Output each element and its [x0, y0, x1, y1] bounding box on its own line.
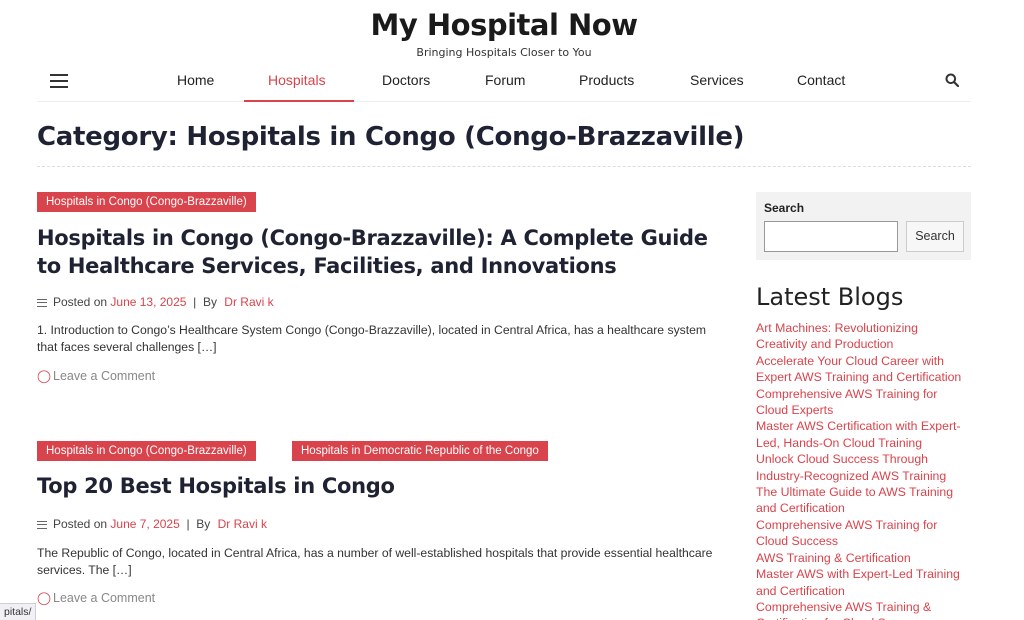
nav-hospitals[interactable]: Hospitals — [268, 72, 326, 88]
latest-blogs-heading: Latest Blogs — [756, 283, 904, 311]
active-nav-underline — [244, 100, 354, 102]
category-badge[interactable]: Hospitals in Congo (Congo-Brazzaville) — [37, 192, 256, 212]
title-divider — [37, 166, 971, 167]
author-link[interactable]: Dr Ravi k — [224, 295, 273, 309]
comment-icon: ◯ — [37, 369, 51, 383]
leave-comment-label: Leave a Comment — [53, 369, 156, 383]
leave-comment-link[interactable]: ◯ Leave a Comment — [37, 368, 155, 383]
by-label: By — [202, 295, 217, 309]
posted-on-label: Posted on — [53, 517, 108, 531]
latest-blog-link[interactable]: Comprehensive AWS Training for Cloud Exp… — [756, 386, 971, 419]
nav-services[interactable]: Services — [690, 72, 744, 88]
search-widget-label: Search — [764, 201, 805, 215]
meta-separator: | — [189, 295, 203, 309]
latest-blog-link[interactable]: Master AWS Certification with Expert-Led… — [756, 418, 971, 451]
comment-icon: ◯ — [37, 591, 51, 605]
site-tagline: Bringing Hospitals Closer to You — [416, 46, 592, 59]
nav-forum[interactable]: Forum — [485, 72, 525, 88]
main-nav: Home Hospitals Doctors Forum Products Se… — [37, 62, 971, 102]
author-link[interactable]: Dr Ravi k — [218, 517, 267, 531]
category-badge[interactable]: Hospitals in Democratic Republic of the … — [292, 441, 548, 461]
post-date-link[interactable]: June 7, 2025 — [110, 517, 179, 531]
leave-comment-label: Leave a Comment — [53, 591, 156, 605]
nav-contact[interactable]: Contact — [797, 72, 845, 88]
search-widget: Search Search — [756, 192, 971, 260]
latest-blog-link[interactable]: The Ultimate Guide to AWS Training and C… — [756, 484, 971, 517]
latest-blog-link[interactable]: Accelerate Your Cloud Career with Expert… — [756, 353, 971, 386]
latest-blog-link[interactable]: AWS Training & Certification — [756, 550, 971, 566]
latest-blog-link[interactable]: Art Machines: Revolutionizing Creativity… — [756, 320, 971, 353]
post-excerpt: 1. Introduction to Congo’s Healthcare Sy… — [37, 323, 707, 354]
post-date-link[interactable]: June 13, 2025 — [110, 295, 186, 309]
status-bar-url: pitals/ — [0, 603, 37, 620]
by-label: By — [196, 517, 211, 531]
post-title[interactable]: Top 20 Best Hospitals in Congo — [37, 472, 727, 500]
post-excerpt: The Republic of Congo, located in Centra… — [37, 546, 713, 577]
search-input[interactable] — [764, 221, 898, 252]
site-title[interactable]: My Hospital Now — [0, 8, 1008, 42]
leave-comment-link[interactable]: ◯ Leave a Comment — [37, 590, 155, 605]
posted-on-label: Posted on — [53, 295, 108, 309]
lines-icon — [37, 298, 47, 307]
nav-products[interactable]: Products — [579, 72, 634, 88]
nav-home[interactable]: Home — [177, 72, 214, 88]
latest-blogs-list: Art Machines: Revolutionizing Creativity… — [756, 320, 971, 620]
latest-blog-link[interactable]: Unlock Cloud Success Through Industry-Re… — [756, 451, 971, 484]
meta-separator: | — [183, 517, 197, 531]
lines-icon — [37, 520, 47, 529]
nav-doctors[interactable]: Doctors — [382, 72, 430, 88]
latest-blog-link[interactable]: Master AWS with Expert-Led Training and … — [756, 566, 971, 599]
latest-blog-link[interactable]: Comprehensive AWS Training & Certificati… — [756, 599, 971, 620]
latest-blog-link[interactable]: Comprehensive AWS Training for Cloud Suc… — [756, 517, 971, 550]
post-title[interactable]: Hospitals in Congo (Congo-Brazzaville): … — [37, 224, 727, 280]
page-title: Category: Hospitals in Congo (Congo-Braz… — [37, 122, 745, 152]
category-badge[interactable]: Hospitals in Congo (Congo-Brazzaville) — [37, 441, 256, 461]
post-meta: Posted on June 13, 2025 | By Dr Ravi k — [37, 295, 274, 309]
search-button[interactable]: Search — [906, 221, 964, 252]
search-icon[interactable] — [945, 73, 959, 87]
hamburger-icon[interactable] — [50, 74, 68, 88]
post-meta: Posted on June 7, 2025 | By Dr Ravi k — [37, 517, 267, 531]
